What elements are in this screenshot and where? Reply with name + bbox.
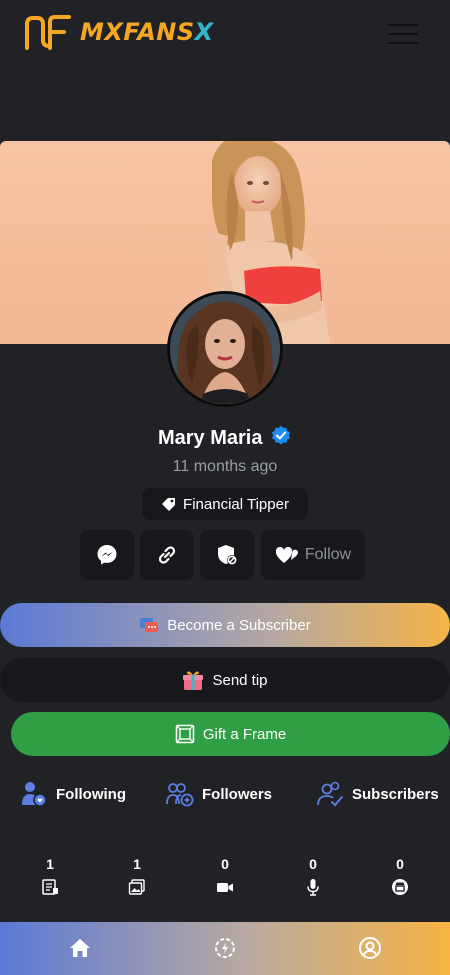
frame-icon [175, 724, 195, 744]
bottom-navigation [0, 922, 450, 975]
subscribers-stat[interactable]: Subscribers [316, 780, 439, 808]
audio-counter[interactable]: 0 [293, 856, 333, 901]
videos-icon [217, 883, 233, 892]
copy-link-button[interactable] [140, 530, 194, 580]
verified-badge-icon [272, 425, 291, 445]
followers-stat[interactable]: Followers [166, 780, 272, 808]
menu-icon[interactable] [388, 24, 418, 44]
messenger-icon [97, 545, 117, 565]
tag-icon [162, 498, 176, 511]
gift-frame-button[interactable]: Gift a Frame [11, 712, 450, 756]
logo[interactable]: MXFANSX [24, 14, 214, 50]
gift-label: Gift a Frame [202, 725, 287, 743]
joined-time: 11 months ago [172, 458, 278, 475]
photos-icon [128, 879, 145, 895]
block-button[interactable] [200, 530, 254, 580]
send-tip-button[interactable]: Send tip [0, 658, 450, 702]
profile-name-row: Mary Maria [0, 425, 450, 450]
tip-label: Send tip [212, 671, 268, 689]
tag-label: Financial Tipper [183, 495, 289, 513]
videos-count: 0 [221, 856, 229, 872]
posts-count: 1 [46, 856, 54, 872]
follow-label: Follow [304, 546, 352, 563]
following-label: Following [56, 785, 126, 803]
subscriber-chat-icon [140, 618, 159, 632]
gift-box-icon [183, 671, 204, 690]
microphone-icon [307, 879, 319, 896]
explore-icon[interactable] [213, 936, 237, 960]
subscribers-label: Subscribers [352, 785, 439, 803]
photos-counter[interactable]: 1 [117, 856, 157, 901]
audio-count: 0 [309, 856, 317, 872]
logo-text: MXFANSX [80, 18, 214, 46]
posts-counter[interactable]: 1 [30, 856, 70, 901]
message-button[interactable] [80, 530, 134, 580]
profile-icon[interactable] [358, 936, 382, 960]
follow-button[interactable]: Follow [261, 530, 365, 580]
shield-block-icon [218, 545, 237, 565]
become-subscriber-button[interactable]: Become a Subscriber [0, 603, 450, 647]
subscribe-label: Become a Subscriber [167, 616, 311, 634]
logo-mark-icon [25, 15, 71, 50]
videos-counter[interactable]: 0 [205, 856, 245, 901]
financial-tipper-badge: Financial Tipper [142, 488, 308, 520]
followers-label: Followers [202, 785, 273, 803]
home-icon[interactable] [68, 936, 92, 960]
profile-name: Mary Maria [157, 427, 263, 449]
link-icon [158, 546, 176, 564]
shop-icon [392, 879, 408, 895]
shop-count: 0 [396, 856, 404, 872]
photos-count: 1 [133, 856, 141, 872]
posts-icon [42, 879, 58, 895]
followers-icon [166, 783, 194, 807]
profile-avatar[interactable] [167, 291, 283, 407]
hearts-icon [275, 546, 298, 563]
shop-counter[interactable]: 0 [380, 856, 420, 901]
app-header: MXFANSX [0, 0, 450, 66]
subscribers-icon [317, 781, 343, 807]
following-icon [22, 782, 47, 807]
following-stat[interactable]: Following [20, 780, 126, 808]
